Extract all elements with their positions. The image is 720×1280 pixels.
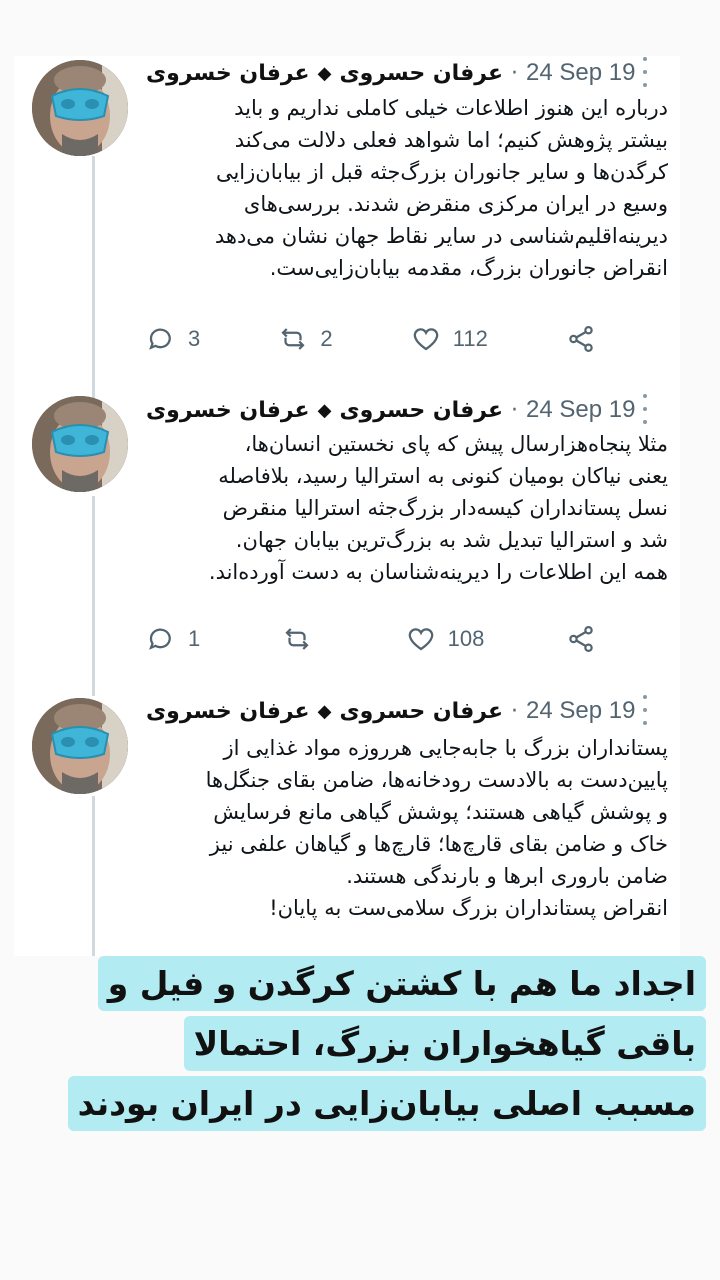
thread-line-3: [92, 796, 95, 956]
like-button[interactable]: 112: [411, 324, 488, 354]
separator-dot: ·: [511, 60, 519, 86]
reply-icon: [149, 628, 171, 650]
tweet-header: عرفان خسروی ◆ عرفان حسروی · 24 Sep 19: [146, 393, 635, 427]
user-name[interactable]: عرفان حسروی: [339, 398, 503, 423]
tweet-text: مثلا پنجاه‌هزارسال پیش که پای نخستین انس…: [208, 432, 668, 584]
reply-button[interactable]: 1: [146, 624, 200, 654]
caption-overlay: اجداد ما هم با کشتن کرگدن و فیل و: [97, 956, 706, 1011]
reply-icon: [149, 328, 171, 350]
tweet-date[interactable]: 24 Sep 19: [526, 697, 635, 725]
share-icon: [569, 626, 593, 652]
caption-overlay-3: مسبب اصلی بیابان‌زایی در ایران بودند: [67, 1076, 706, 1131]
like-count: 112: [452, 326, 488, 351]
retweet-button[interactable]: [282, 624, 324, 654]
tweet-date[interactable]: 24 Sep 19: [526, 396, 635, 424]
reply-button[interactable]: 3: [146, 324, 200, 354]
avatar[interactable]: [32, 396, 128, 492]
user-handle[interactable]: عرفان خسروی: [146, 699, 310, 724]
share-button[interactable]: [566, 624, 596, 654]
reply-count: 3: [188, 326, 201, 351]
tweet-date[interactable]: 24 Sep 19: [526, 59, 635, 87]
avatar[interactable]: [32, 60, 128, 156]
retweet-button[interactable]: 2: [278, 324, 333, 354]
separator-dot: ·: [511, 698, 519, 724]
avatar[interactable]: [32, 698, 128, 794]
more-icon[interactable]: [638, 394, 652, 424]
tweet-text: درباره این هنوز اطلاعات خیلی کاملی نداری…: [214, 96, 668, 280]
user-handle[interactable]: عرفان خسروی: [146, 398, 310, 423]
share-button[interactable]: [566, 324, 596, 354]
caption-line-3: مسبب اصلی بیابان‌زایی در ایران بودند: [67, 1076, 706, 1131]
reply-count: 1: [188, 626, 201, 651]
caption-line-1: اجداد ما هم با کشتن کرگدن و فیل و: [97, 956, 706, 1011]
like-button[interactable]: 108: [406, 624, 485, 654]
more-icon[interactable]: [638, 57, 652, 87]
diamond-icon: ◆: [317, 700, 332, 722]
thread-line-2: [92, 496, 95, 696]
user-handle[interactable]: عرفان خسروی: [146, 61, 310, 86]
user-name[interactable]: عرفان حسروی: [339, 699, 503, 724]
like-count: 108: [447, 626, 485, 651]
tweet-header: عرفان خسروی ◆ عرفان حسروی · 24 Sep 19: [146, 56, 635, 90]
tweet-text: پستانداران بزرگ با جابه‌جایی هرروزه مواد…: [205, 736, 668, 920]
more-icon[interactable]: [638, 695, 652, 725]
tweet-header: عرفان خسروی ◆ عرفان حسروی · 24 Sep 19: [146, 694, 635, 728]
user-name[interactable]: عرفان حسروی: [339, 61, 503, 86]
separator-dot: ·: [511, 397, 519, 423]
diamond-icon: ◆: [317, 62, 332, 84]
retweet-icon: [281, 328, 305, 350]
caption-line-2: باقی گیاهخواران بزرگ، احتمالا: [183, 1016, 706, 1071]
retweet-count: 2: [320, 326, 333, 351]
tweet-actions: 3 2 112: [146, 322, 596, 356]
like-icon: [413, 328, 439, 351]
retweet-icon: [285, 628, 309, 650]
diamond-icon: ◆: [317, 399, 332, 421]
tweet-actions: 1 108: [146, 622, 596, 656]
share-icon: [569, 326, 593, 352]
like-icon: [408, 628, 433, 651]
caption-overlay-2: باقی گیاهخواران بزرگ، احتمالا: [183, 1016, 706, 1071]
